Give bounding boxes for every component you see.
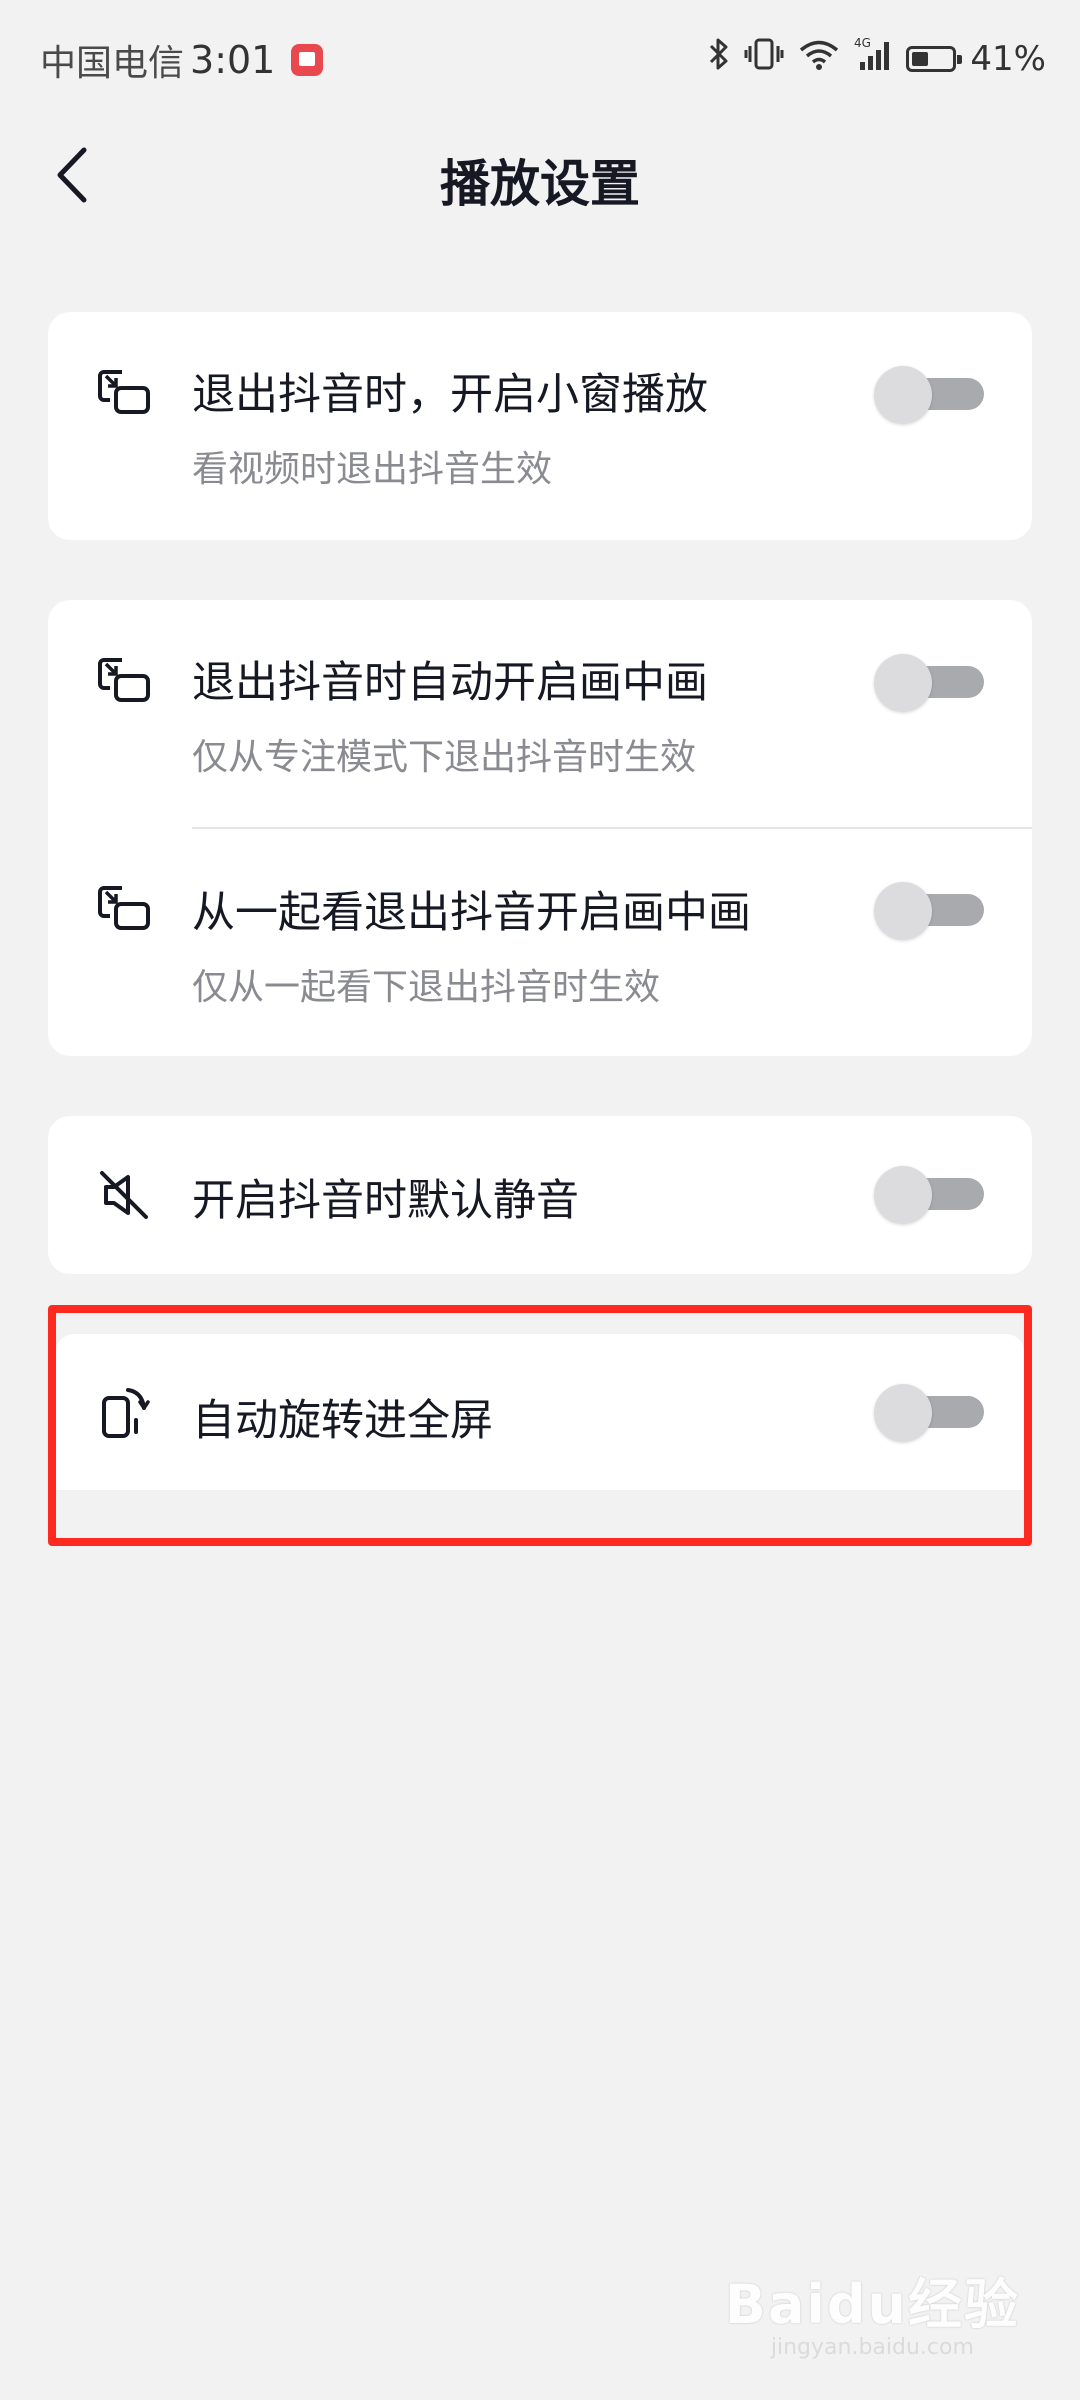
bluetooth-icon [708, 37, 730, 80]
battery-percent: 41% [970, 38, 1046, 79]
setting-title: 从一起看退出抖音开启画中画 [192, 888, 751, 938]
auto-rotate-toggle[interactable] [874, 1384, 984, 1442]
page-title: 播放设置 [440, 155, 640, 213]
toggle-knob [874, 366, 932, 424]
toggle-knob [874, 1166, 932, 1224]
toggle-knob [874, 1384, 932, 1442]
setting-title: 开启抖音时默认静音 [192, 1176, 579, 1226]
vibrate-icon [744, 37, 784, 80]
toggle-knob [874, 882, 932, 940]
picture-in-picture-icon [96, 652, 152, 708]
settings-card-3: 开启抖音时默认静音 [48, 1116, 1032, 1274]
setting-title: 自动旋转进全屏 [192, 1396, 493, 1446]
setting-row-auto-rotate: 自动旋转进全屏 [48, 1334, 1032, 1490]
status-right: 4G 41% [708, 36, 1046, 81]
setting-row-watch-together-pip: 从一起看退出抖音开启画中画 仅从一起看下退出抖音时生效 [48, 828, 1032, 1056]
watermark: Baidu经验 jingyan.baidu.com [725, 2260, 1020, 2360]
setting-row-auto-pip: 退出抖音时自动开启画中画 仅从专注模式下退出抖音时生效 [48, 600, 1032, 828]
battery-icon [906, 45, 963, 72]
picture-in-picture-icon [96, 880, 152, 936]
setting-row-default-mute: 开启抖音时默认静音 [48, 1116, 1032, 1274]
default-mute-toggle[interactable] [874, 1166, 984, 1224]
watch-together-pip-toggle[interactable] [874, 882, 984, 940]
setting-row-mini-window: 退出抖音时，开启小窗播放 看视频时退出抖音生效 [48, 312, 1032, 540]
status-bar: 中国电信 3:01 4G 41% [0, 0, 1080, 118]
signal-icon: 4G [854, 36, 892, 81]
battery-level [912, 51, 929, 66]
rotate-screen-icon [96, 1384, 152, 1440]
settings-card-4: 自动旋转进全屏 [56, 1334, 1024, 1490]
watermark-logo: Baidu经验 [724, 2273, 1020, 2336]
mute-icon [96, 1167, 152, 1223]
network-type-label: 4G [854, 36, 871, 50]
clock: 3:01 [190, 38, 276, 82]
settings-page: 中国电信 3:01 4G 41% 播放设置 退出抖音时，开启小窗播放 看视频时退… [0, 0, 1080, 2400]
settings-card-1: 退出抖音时，开启小窗播放 看视频时退出抖音生效 [48, 312, 1032, 540]
toggle-knob [874, 654, 932, 712]
setting-subtitle: 仅从专注模式下退出抖音时生效 [192, 737, 697, 778]
status-left: 中国电信 3:01 [40, 34, 324, 86]
nav-header: 播放设置 [0, 120, 1080, 230]
carrier-label: 中国电信 [40, 43, 185, 84]
mini-window-toggle[interactable] [874, 366, 984, 424]
setting-title: 退出抖音时自动开启画中画 [192, 658, 708, 708]
picture-in-picture-icon [96, 364, 152, 420]
setting-subtitle: 看视频时退出抖音生效 [192, 449, 553, 490]
setting-title: 退出抖音时，开启小窗播放 [192, 370, 708, 420]
setting-subtitle: 仅从一起看下退出抖音时生效 [192, 967, 661, 1008]
auto-pip-toggle[interactable] [874, 654, 984, 712]
notification-app-icon [291, 44, 324, 76]
settings-card-2: 退出抖音时自动开启画中画 仅从专注模式下退出抖音时生效 从一起看退出抖音开启画中… [48, 600, 1032, 1056]
wifi-icon [798, 37, 840, 80]
